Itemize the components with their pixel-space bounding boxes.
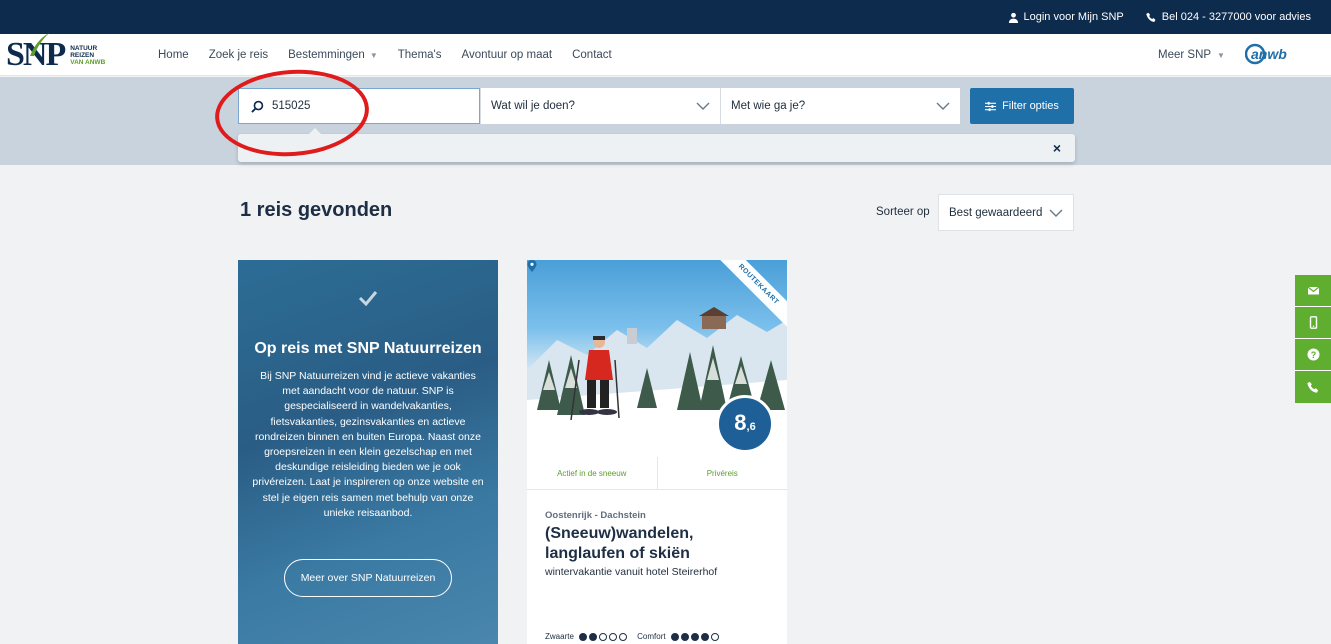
nav-avontuur-op-maat[interactable]: Avontuur op maat [452,49,563,61]
trip-meta: Zwaarte Comfort [545,632,719,641]
comfort-dot [700,632,709,641]
zwaarte-label: Zwaarte [545,632,574,641]
zwaarte-dot [599,632,608,641]
nav-themas[interactable]: Thema's [388,49,452,61]
search-suggestions-panel: × [238,128,1075,162]
chevron-down-icon [1049,209,1063,217]
rating-integer: 8 [734,410,747,435]
logo-line3: VAN ANWB [70,58,106,66]
nav-home-label: Home [158,49,189,61]
sliders-icon [985,101,997,111]
nav-avontuur-label: Avontuur op maat [461,49,553,61]
activity-select[interactable]: Wat wil je doen? [480,88,720,124]
nav-themas-label: Thema's [397,49,442,61]
comfort-dot [680,632,689,641]
trip-card[interactable]: ROUTEKAART 8 ,6 Actief in de sneeuw Priv… [527,260,787,644]
side-contact-buttons: ? [1295,275,1331,403]
trip-subtitle: wintervakantie vanuit hotel Steirerhof [545,566,718,578]
login-link[interactable]: Login voor Mijn SNP [1008,11,1124,23]
comfort-dot [670,632,679,641]
zwaarte-dot [589,632,598,641]
nav-contact-label: Contact [572,49,612,61]
logo-subtitle: NATUUR REIZEN VAN ANWB [70,45,105,66]
side-mail-button[interactable] [1295,275,1331,307]
trip-title[interactable]: (Sneeuw)wandelen, langlaufen of skiën [545,524,775,564]
zwaarte-dot [609,632,618,641]
comfort-dot [690,632,699,641]
phone-link[interactable]: Bel 024 - 3277000 voor advies [1146,11,1311,23]
meer-snp-menu[interactable]: Meer SNP ▼ [1158,34,1225,76]
rating-badge: 8 ,6 [716,395,774,453]
checkmark-icon [358,291,378,306]
trip-tags: Actief in de sneeuw Privéreis [527,457,787,490]
company-select-label: Met wie ga je? [731,100,806,112]
trip-location: Oostenrijk - Dachstein [545,510,646,521]
search-field[interactable] [238,88,480,124]
meer-snp-label: Meer SNP [1158,49,1212,61]
comfort-rating: Comfort [637,632,719,641]
caret-down-icon: ▼ [1217,50,1225,60]
anwb-logo[interactable]: anwb [1245,43,1301,65]
filter-options-label: Filter opties [1002,100,1059,112]
comfort-label: Comfort [637,632,666,641]
tag-privereis[interactable]: Privéreis [656,457,788,489]
snp-logo[interactable]: SNP NATUUR REIZEN VAN ANWB [6,33,136,73]
top-utility-bar: Login voor Mijn SNP Bel 024 - 3277000 vo… [0,0,1331,34]
nav-zoek-label: Zoek je reis [208,49,269,61]
comfort-dot [710,632,719,641]
zwaarte-rating: Zwaarte [545,632,628,641]
mobile-icon [1309,316,1317,329]
anwb-logo-text: anwb [1251,46,1287,62]
caret-down-icon: ▼ [369,50,378,60]
comfort-dots [670,632,719,641]
search-band: Wat wil je doen? Met wie ga je? Filter o… [0,77,1331,165]
phone-icon [1146,12,1156,22]
zwaarte-dots [579,632,628,641]
side-help-button[interactable]: ? [1295,339,1331,371]
main-navigation: SNP NATUUR REIZEN VAN ANWB Home Zoek je … [0,33,1331,76]
map-pin-icon [527,260,537,272]
user-icon [1008,12,1018,23]
search-icon [251,100,264,113]
tag-actief-in-de-sneeuw[interactable]: Actief in de sneeuw [527,457,657,489]
phone-label: Bel 024 - 3277000 voor advies [1161,11,1311,23]
search-input[interactable] [272,100,472,112]
meer-over-snp-button[interactable]: Meer over SNP Natuurreizen [284,559,452,597]
trip-photo: ROUTEKAART 8 ,6 [527,260,787,457]
activity-select-label: Wat wil je doen? [491,100,575,112]
sort-label: Sorteer op [876,206,930,218]
panel-pointer [309,128,321,134]
logo-line1: NATUUR [70,44,98,52]
logo-line2: REIZEN [70,51,95,59]
login-label: Login voor Mijn SNP [1023,11,1124,23]
zwaarte-dot [619,632,628,641]
leaf-icon [30,33,49,56]
results-count-title: 1 reis gevonden [240,199,393,221]
close-icon[interactable]: × [1053,140,1061,156]
phone-icon [1306,381,1318,393]
chevron-down-icon [936,102,950,110]
svg-text:?: ? [1310,350,1316,360]
help-icon: ? [1307,348,1319,361]
search-row: Wat wil je doen? Met wie ga je? Filter o… [238,88,1074,124]
nav-zoek-je-reis[interactable]: Zoek je reis [199,49,278,61]
promo-text: Bij SNP Natuurreizen vind je actieve vak… [252,370,484,519]
mail-icon [1307,286,1319,295]
side-mobile-button[interactable] [1295,307,1331,339]
zwaarte-dot [579,632,588,641]
company-select[interactable]: Met wie ga je? [720,88,960,124]
filter-options-button[interactable]: Filter opties [970,88,1074,124]
nav-bestemmingen[interactable]: Bestemmingen ▼ [278,49,388,61]
sort-select[interactable]: Best gewaardeerd [938,194,1074,231]
side-phone-button[interactable] [1295,371,1331,403]
rating-decimal: ,6 [746,421,756,433]
nav-home[interactable]: Home [158,49,199,61]
nav-bestemmingen-label: Bestemmingen [288,49,365,61]
snp-promo-card: Op reis met SNP Natuurreizen Bij SNP Nat… [238,260,498,644]
nav-contact[interactable]: Contact [562,49,622,61]
nav-menu: Home Zoek je reis Bestemmingen ▼ Thema's … [158,34,622,76]
sort-select-value: Best gewaardeerd [949,206,1043,219]
chevron-down-icon [696,102,710,110]
promo-title: Op reis met SNP Natuurreizen [254,340,482,357]
